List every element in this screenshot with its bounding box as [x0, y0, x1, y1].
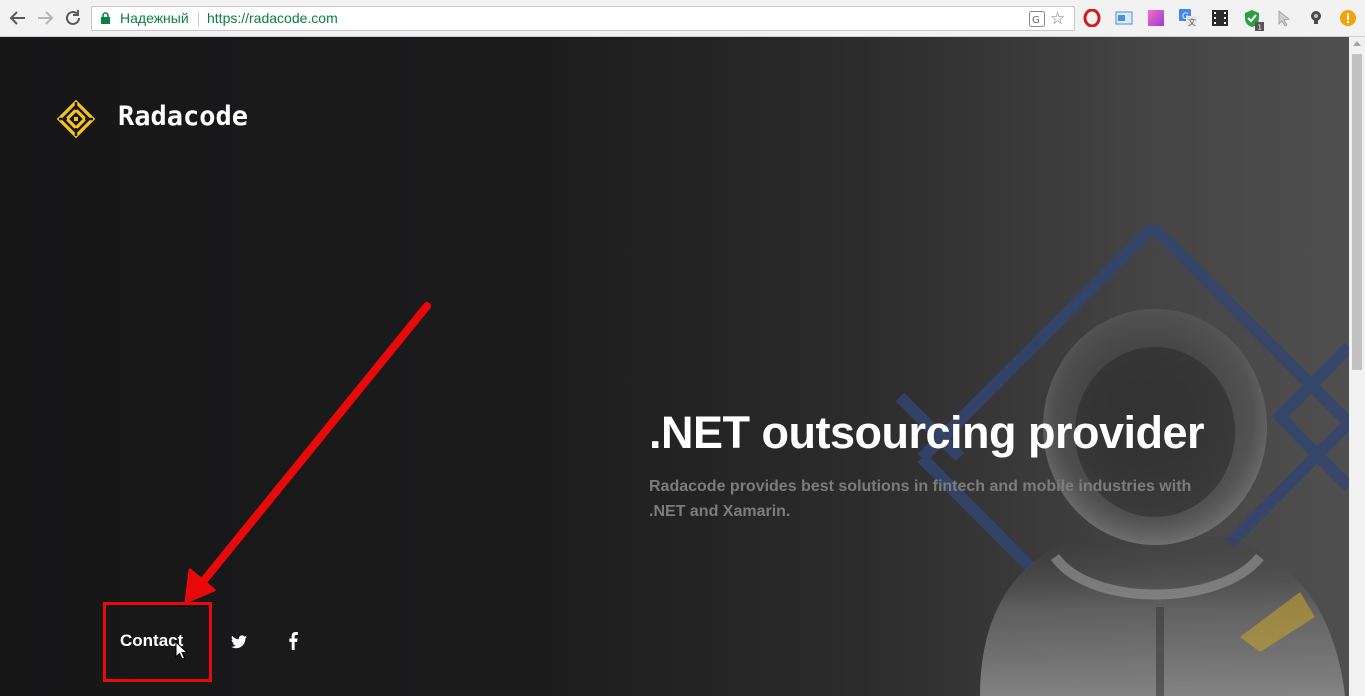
hero-title: .NET outsourcing provider: [649, 407, 1205, 458]
scroll-up-arrow-icon[interactable]: [1353, 41, 1361, 46]
cursor-icon[interactable]: [1275, 9, 1293, 27]
hero-section: Radacode .NET outsourcing provider Radac…: [0, 37, 1349, 696]
reload-button[interactable]: [61, 6, 85, 30]
star-icon[interactable]: ☆: [1050, 9, 1065, 28]
omnibox-divider: [198, 12, 199, 26]
back-button[interactable]: [6, 6, 30, 30]
scrollbar-thumb[interactable]: [1352, 54, 1362, 370]
address-bar[interactable]: Надежный https://radacode.com G ☆: [91, 6, 1075, 31]
opera-icon[interactable]: [1083, 8, 1101, 28]
hero-subtitle: Radacode provides best solutions in fint…: [649, 478, 1192, 520]
alert-icon[interactable]: [1339, 9, 1357, 27]
shield-icon[interactable]: 1: [1243, 9, 1264, 32]
translate-icon[interactable]: G: [1029, 11, 1045, 27]
google-translate-icon[interactable]: G文: [1179, 9, 1197, 27]
secure-label: Надежный: [120, 10, 189, 26]
mouse-cursor-icon: [175, 641, 189, 660]
facebook-icon[interactable]: [287, 632, 299, 650]
svg-text:文: 文: [1188, 17, 1196, 27]
reload-icon: [66, 10, 80, 25]
lightbulb-icon[interactable]: [1307, 9, 1325, 27]
radacode-logo-icon[interactable]: [56, 99, 96, 139]
film-icon[interactable]: [1211, 9, 1229, 27]
forward-button[interactable]: [33, 6, 57, 30]
brand-name[interactable]: Radacode: [118, 101, 248, 132]
twitter-icon[interactable]: [231, 635, 247, 649]
url-text[interactable]: https://radacode.com: [207, 7, 338, 30]
annotation-highlight-box: [103, 602, 212, 682]
lock-icon: [101, 12, 110, 24]
screenshot-icon[interactable]: [1115, 9, 1133, 27]
svg-text:G: G: [1032, 15, 1040, 26]
arrow-right-icon: [38, 11, 54, 25]
color-picker-icon[interactable]: [1147, 9, 1165, 27]
arrow-left-icon: [9, 11, 25, 25]
shield-badge: 1: [1258, 24, 1262, 32]
browser-toolbar: Надежный https://radacode.com G ☆ G文 1: [0, 0, 1365, 37]
